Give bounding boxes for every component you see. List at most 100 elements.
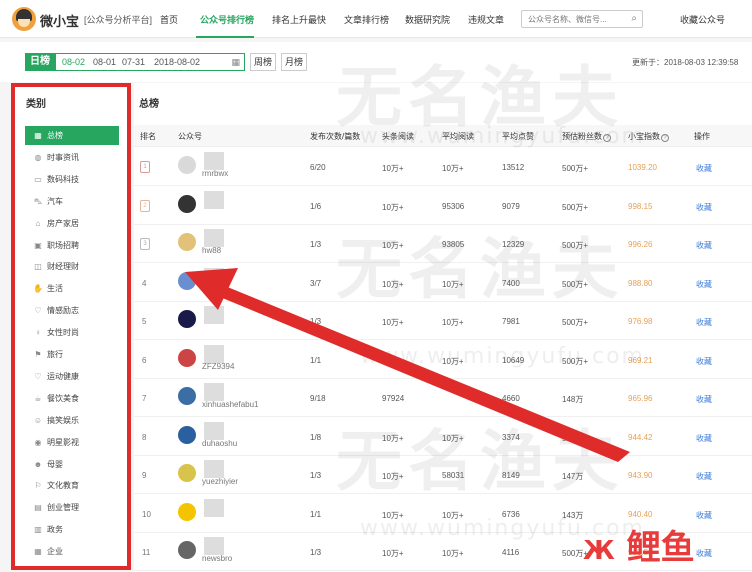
category-item[interactable]: ⚑ 旅行 (25, 345, 119, 364)
headline-reads: 10万+ (382, 472, 404, 481)
category-item[interactable]: ☕ 餐饮美食 (25, 389, 119, 408)
posts-count: 1/6 (310, 201, 322, 211)
avatar[interactable] (178, 502, 196, 521)
account-id[interactable]: hw88 (202, 246, 221, 255)
avatar[interactable] (178, 233, 196, 251)
avatar[interactable] (178, 387, 196, 405)
category-item[interactable]: ⌂ 房产家居 (25, 214, 119, 233)
table-row[interactable]: 2 1/6 10万+ 95306 9079 500万+ 998.15 收藏 (134, 187, 752, 225)
favorite-button[interactable]: 收藏 (696, 240, 712, 251)
date-picker-value[interactable]: 2018-08-02 (154, 54, 200, 70)
table-row[interactable]: 5 1/3 10万+ 10万+ 7981 500万+ 976.98 收藏 (134, 302, 752, 340)
favorite-button[interactable]: 收藏 (696, 202, 712, 213)
nav-home[interactable]: 首页 (160, 13, 178, 26)
posts-count: 1/3 (310, 240, 322, 249)
category-item[interactable]: ⛍ 汽车 (25, 192, 119, 211)
posts-count: 1/1 (310, 509, 322, 519)
account-id[interactable]: newsbro (202, 554, 232, 563)
category-item[interactable]: ▤ 创业管理 (25, 498, 119, 517)
avg-likes: 3374 (502, 432, 520, 442)
favorite-button[interactable]: 收藏 (696, 394, 712, 405)
account-id[interactable]: duhaoshu (202, 439, 237, 448)
table-row[interactable]: 9 yuezhiyier 1/3 10万+ 58031 8149 147万 94… (134, 456, 752, 494)
help-icon[interactable]: ? (603, 134, 611, 142)
avatar[interactable] (178, 348, 196, 367)
date-selector[interactable]: 08-02 08-01 07-31 2018-08-02 ▦ (55, 53, 245, 71)
sidebar-title: 类别 (26, 99, 46, 110)
avatar[interactable] (178, 541, 196, 559)
category-item[interactable]: ⚐ 文化教育 (25, 476, 119, 495)
search-input[interactable] (522, 11, 622, 27)
nav-fastest-rising[interactable]: 排名上升最快 (272, 13, 326, 26)
category-item[interactable]: ▣ 职场招聘 (25, 236, 119, 255)
account-id[interactable]: xinhuashefabu1 (202, 400, 259, 409)
avatar[interactable] (178, 271, 196, 290)
avatar[interactable] (178, 156, 196, 174)
daily-ranking-button[interactable]: 日榜 (25, 53, 55, 71)
category-item[interactable]: ▭ 数码科技 (25, 170, 119, 189)
favorite-button[interactable]: 收藏 (696, 356, 712, 367)
rank-number: 6 (142, 355, 147, 365)
avatar[interactable] (178, 425, 196, 444)
table-row[interactable]: 1 rmrbwx 6/20 10万+ 10万+ 13512 500万+ 1039… (134, 148, 752, 186)
table-row[interactable]: 11 newsbro 1/3 10万+ 10万+ 4116 500万+ 938.… (134, 533, 752, 571)
avg-reads: 58031 (442, 471, 465, 480)
category-item[interactable]: ◍ 时事资讯 (25, 148, 119, 167)
nav-article-ranking[interactable]: 文章排行榜 (344, 13, 389, 26)
help-icon[interactable]: ? (661, 134, 669, 142)
account-id[interactable]: rmrbwx (202, 169, 228, 178)
account-id[interactable]: yuezhiyier (202, 477, 238, 486)
category-item[interactable]: ▥ 政务 (25, 520, 119, 539)
search-icon[interactable]: ⌕ (631, 13, 637, 24)
weekly-ranking-button[interactable]: 周榜 (250, 53, 276, 71)
category-item[interactable]: ◫ 财经理财 (25, 257, 119, 276)
favorite-button[interactable]: 收藏 (696, 279, 712, 290)
date-option[interactable]: 07-31 (122, 54, 145, 70)
avg-reads: 10万+ (442, 433, 464, 443)
favorite-button[interactable]: 收藏 (696, 510, 712, 521)
xiaobao-index: 938.51 (628, 548, 653, 557)
date-option-active[interactable]: 08-02 (62, 54, 85, 70)
posts-count: 6/20 (310, 163, 326, 172)
favorite-accounts-link[interactable]: 收藏公众号 (680, 13, 725, 26)
avatar[interactable] (178, 194, 196, 213)
avg-reads: 10万+ (442, 510, 464, 520)
category-label: 生活 (47, 284, 63, 294)
category-item[interactable]: ▦ 总榜 (25, 126, 119, 145)
mascot-logo-icon[interactable] (12, 7, 36, 31)
nav-research[interactable]: 数据研究院 (405, 13, 450, 26)
monthly-ranking-button[interactable]: 月榜 (281, 53, 307, 71)
table-row[interactable]: 7 xinhuashefabu1 9/18 97924 4660 148万 96… (134, 379, 752, 417)
category-item[interactable]: ☺ 搞笑娱乐 (25, 411, 119, 430)
xiaobao-index: 988.80 (628, 278, 653, 288)
nav-account-ranking[interactable]: 公众号排行榜 (200, 13, 254, 26)
avatar[interactable] (178, 310, 196, 328)
account-id[interactable]: ZFZ9394 (202, 362, 234, 371)
category-item[interactable]: ✋ 生活 (25, 279, 119, 298)
favorite-button[interactable]: 收藏 (696, 163, 712, 174)
blurred-name (204, 498, 224, 517)
table-row[interactable]: 6 ZFZ9394 1/1 10万+ 10万+ 10649 500万+ 969.… (134, 341, 752, 379)
category-item[interactable]: ◉ 明星影视 (25, 433, 119, 452)
avatar[interactable] (178, 464, 196, 482)
category-item[interactable]: ☻ 母婴 (25, 455, 119, 474)
category-item[interactable]: ♀ 女性时尚 (25, 323, 119, 342)
table-row[interactable]: 8 duhaoshu 1/8 10万+ 10万+ 3374 500万+ 944.… (134, 418, 752, 456)
logo-text[interactable]: 微小宝 (40, 11, 79, 30)
table-row[interactable]: 10 1/1 10万+ 10万+ 6736 143万 940.40 收藏 (134, 495, 752, 533)
category-item[interactable]: ♡ 情感励志 (25, 301, 119, 320)
favorite-button[interactable]: 收藏 (696, 471, 712, 482)
table-row[interactable]: 3 hw88 1/3 10万+ 93805 12329 500万+ 996.26… (134, 225, 752, 263)
favorite-button[interactable]: 收藏 (696, 548, 712, 559)
est-fans: 500万+ (562, 318, 589, 327)
avg-likes: 10649 (502, 355, 525, 365)
film-icon: ◉ (34, 437, 42, 447)
table-row[interactable]: 4 3/7 10万+ 10万+ 7400 500万+ 988.80 收藏 (134, 264, 752, 302)
favorite-button[interactable]: 收藏 (696, 433, 712, 444)
category-item[interactable]: ▦ 企业 (25, 542, 119, 561)
calendar-icon[interactable]: ▦ (231, 54, 240, 70)
category-item[interactable]: ♡ 运动健康 (25, 367, 119, 386)
date-option[interactable]: 08-01 (93, 54, 116, 70)
nav-violations[interactable]: 违规文章 (468, 13, 504, 26)
favorite-button[interactable]: 收藏 (696, 317, 712, 328)
